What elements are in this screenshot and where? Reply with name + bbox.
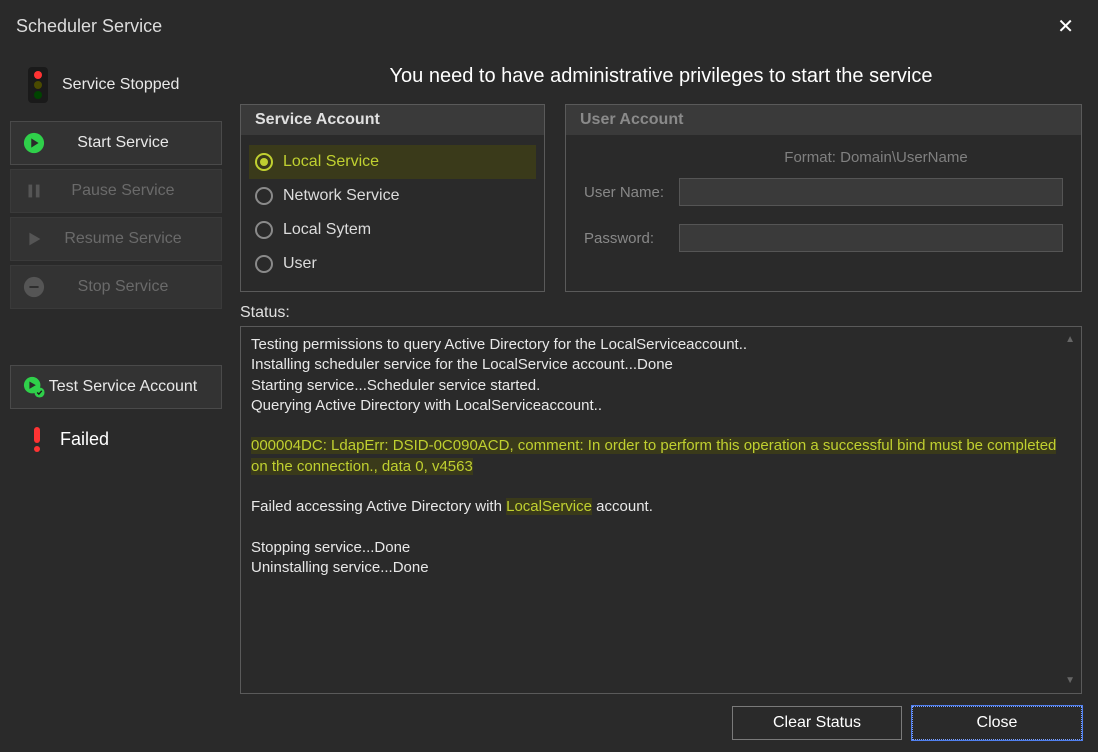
radio-local-system-label: Local Sytem	[283, 221, 371, 239]
username-label: User Name:	[584, 184, 679, 201]
scroll-down-icon: ▼	[1065, 674, 1075, 688]
status-label: Status:	[240, 304, 1082, 322]
radio-network-service-label: Network Service	[283, 187, 399, 205]
status-line: Stopping service...Done	[251, 538, 1071, 558]
radio-network-service[interactable]: Network Service	[249, 179, 536, 213]
exclamation-icon	[30, 425, 44, 453]
status-output[interactable]: ▲ Testing permissions to query Active Di…	[240, 326, 1082, 694]
status-line: Uninstalling service...Done	[251, 558, 1071, 578]
user-account-header: User Account	[566, 105, 1081, 135]
status-line: Querying Active Directory with LocalServ…	[251, 396, 1071, 416]
highlighted-account: LocalService	[506, 498, 592, 515]
radio-local-service-label: Local Service	[283, 153, 379, 171]
status-line: Starting service...Scheduler service sta…	[251, 376, 1071, 396]
test-service-account-button[interactable]: Test Service Account	[10, 365, 222, 409]
username-format-hint: Format: Domain\UserName	[689, 149, 1063, 166]
resume-service-button: Resume Service	[10, 217, 222, 261]
username-input[interactable]	[679, 178, 1063, 206]
close-button[interactable]: Close	[912, 706, 1082, 740]
status-error-line: 000004DC: LdapErr: DSID-0C090ACD, commen…	[251, 437, 1056, 474]
radio-icon	[255, 221, 273, 239]
service-state: Service Stopped	[10, 61, 222, 117]
service-account-panel: Service Account Local Service Network Se…	[240, 104, 545, 292]
clear-status-button[interactable]: Clear Status	[732, 706, 902, 740]
status-line: Failed accessing Active Directory with L…	[251, 497, 1071, 517]
test-result-label: Failed	[60, 429, 109, 450]
radio-icon	[255, 255, 273, 273]
radio-local-system[interactable]: Local Sytem	[249, 213, 536, 247]
radio-local-service[interactable]: Local Service	[249, 145, 536, 179]
stop-service-label: Stop Service	[37, 278, 209, 296]
traffic-light-icon	[28, 67, 48, 103]
test-service-account-label: Test Service Account	[37, 378, 209, 396]
scroll-up-icon: ▲	[1065, 333, 1075, 347]
radio-icon	[255, 153, 273, 171]
pause-service-button: Pause Service	[10, 169, 222, 213]
resume-service-label: Resume Service	[37, 230, 209, 248]
status-line: Installing scheduler service for the Loc…	[251, 355, 1071, 375]
stop-service-button: Stop Service	[10, 265, 222, 309]
admin-privileges-message: You need to have administrative privileg…	[240, 65, 1082, 88]
radio-icon	[255, 187, 273, 205]
user-account-panel: User Account Format: Domain\UserName Use…	[565, 104, 1082, 292]
start-service-button[interactable]: Start Service	[10, 121, 222, 165]
test-result: Failed	[10, 413, 222, 465]
status-line: Testing permissions to query Active Dire…	[251, 335, 1071, 355]
close-icon[interactable]: ✕	[1049, 10, 1082, 43]
window-title: Scheduler Service	[16, 16, 162, 37]
password-input[interactable]	[679, 224, 1063, 252]
service-state-label: Service Stopped	[62, 76, 179, 94]
start-service-label: Start Service	[37, 134, 209, 152]
radio-user-label: User	[283, 255, 317, 273]
pause-service-label: Pause Service	[37, 182, 209, 200]
service-account-header: Service Account	[241, 105, 544, 135]
radio-user[interactable]: User	[249, 247, 536, 281]
password-label: Password:	[584, 230, 679, 247]
